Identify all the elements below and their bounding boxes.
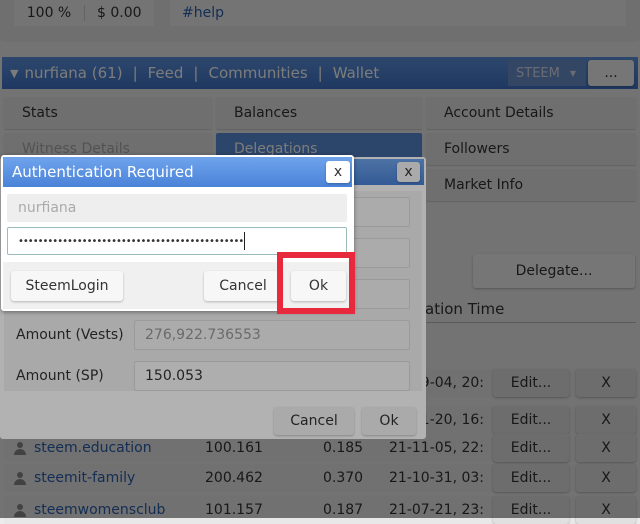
auth-cancel-button[interactable]: Cancel — [204, 271, 282, 301]
highlight-box — [277, 252, 355, 314]
username-field[interactable]: nurfiana — [7, 194, 347, 222]
password-field[interactable]: ••••••••••••••••••••••••••••••••••••••••… — [7, 227, 347, 255]
auth-dialog-close-button[interactable]: x — [326, 161, 350, 183]
auth-dialog-title: Authentication Required — [3, 157, 352, 187]
steemlogin-button[interactable]: SteemLogin — [11, 271, 123, 301]
